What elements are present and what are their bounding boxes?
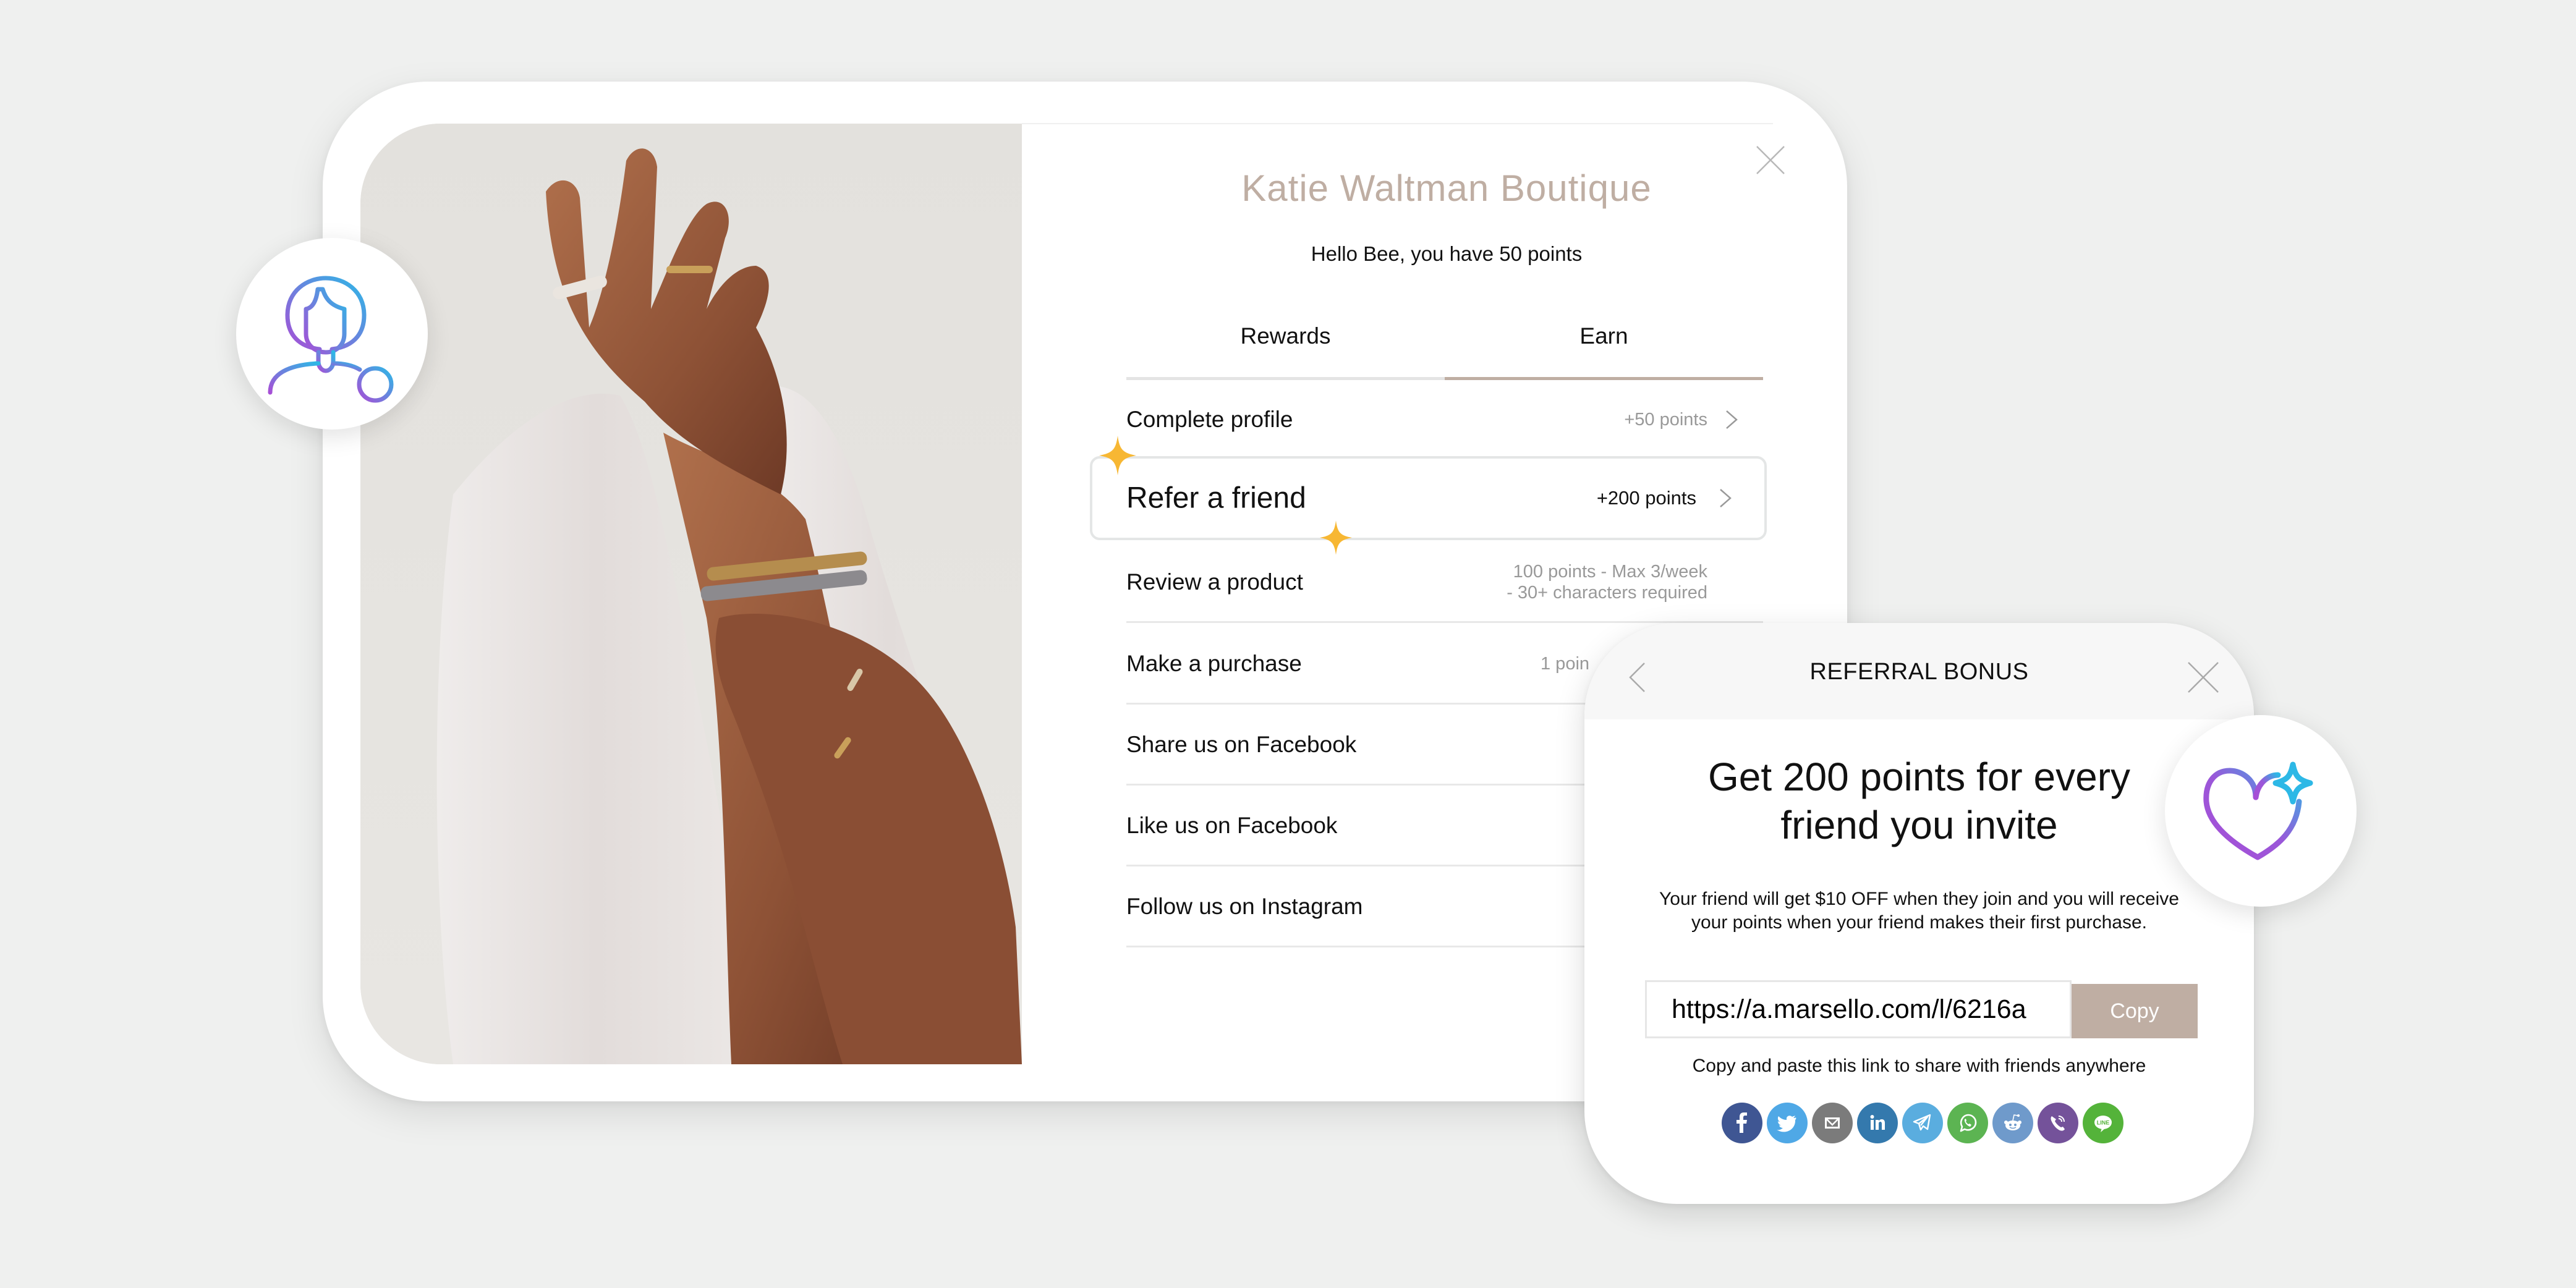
share-email-button[interactable] bbox=[1812, 1103, 1853, 1143]
earn-item-complete-profile[interactable]: Complete profile +50 points bbox=[1126, 380, 1763, 460]
earn-item-points: 100 points - Max 3/week - 30+ characters… bbox=[1507, 561, 1707, 603]
referral-link-row: Copy bbox=[1645, 980, 2199, 1038]
points-line-1: 100 points - Max 3/week bbox=[1513, 561, 1707, 582]
share-telegram-button[interactable] bbox=[1902, 1103, 1943, 1143]
loyalty-heart-badge bbox=[2165, 715, 2357, 907]
earn-item-label: Like us on Facebook bbox=[1126, 812, 1338, 838]
referral-description: Your friend will get $10 OFF when they j… bbox=[1659, 889, 2179, 933]
earn-item-review-product[interactable]: Review a product 100 points - Max 3/week… bbox=[1126, 543, 1763, 623]
line-logo-text: LINE bbox=[2097, 1120, 2110, 1126]
sparkle-icon bbox=[1099, 436, 1136, 475]
share-facebook-button[interactable] bbox=[1722, 1103, 1762, 1143]
earn-item-label: Share us on Facebook bbox=[1126, 731, 1357, 757]
whatsapp-icon bbox=[1960, 1114, 1977, 1132]
popup-title: REFERRAL BONUS bbox=[1809, 659, 2029, 685]
share-whatsapp-button[interactable] bbox=[1947, 1103, 1988, 1143]
earn-item-points: +50 points bbox=[1624, 409, 1707, 430]
share-hint: Copy and paste this link to share with f… bbox=[1692, 1056, 2146, 1076]
hero-photo bbox=[360, 124, 1022, 1064]
referral-link-input[interactable] bbox=[1645, 980, 2072, 1038]
email-icon bbox=[1825, 1117, 1840, 1129]
share-line-button[interactable]: LINE bbox=[2083, 1103, 2123, 1143]
telegram-icon bbox=[1913, 1114, 1931, 1131]
tab-rewards[interactable]: Rewards bbox=[1126, 318, 1445, 380]
hands-jewelry-image bbox=[360, 124, 1022, 1064]
facebook-icon bbox=[1736, 1112, 1747, 1133]
share-viber-button[interactable] bbox=[2038, 1103, 2078, 1143]
twitter-icon bbox=[1777, 1116, 1796, 1132]
earn-item-label: Follow us on Instagram bbox=[1126, 893, 1363, 919]
tab-earn[interactable]: Earn bbox=[1445, 318, 1763, 380]
copy-link-button[interactable]: Copy bbox=[2072, 984, 2198, 1038]
earn-item-points: 1 poin bbox=[1541, 653, 1590, 674]
headline-line-2: friend you invite bbox=[1780, 803, 2058, 847]
store-name: Katie Waltman Boutique bbox=[1241, 167, 1652, 209]
earn-item-label: Complete profile bbox=[1126, 406, 1293, 432]
points-line-2: - 30+ characters required bbox=[1507, 582, 1707, 603]
share-linkedin-button[interactable] bbox=[1857, 1103, 1898, 1143]
earn-item-label: Review a product bbox=[1126, 569, 1303, 595]
line-icon: LINE bbox=[2094, 1116, 2112, 1132]
earn-item-refer-a-friend[interactable]: Refer a friend +200 points bbox=[1090, 456, 1767, 540]
add-user-icon bbox=[268, 276, 394, 403]
header-divider bbox=[1022, 123, 1773, 124]
points-greeting: Hello Bee, you have 50 points bbox=[1311, 242, 1583, 265]
earn-item-points: +200 points bbox=[1596, 487, 1696, 509]
tab-rewards-label: Rewards bbox=[1240, 323, 1331, 349]
tab-bar: Rewards Earn bbox=[1126, 318, 1763, 380]
viber-icon bbox=[2051, 1116, 2065, 1131]
chevron-right-icon bbox=[1726, 410, 1738, 429]
referral-headline: Get 200 points for every friend you invi… bbox=[1622, 753, 2217, 849]
earn-item-label: Refer a friend bbox=[1126, 481, 1306, 515]
share-buttons: LINE bbox=[1722, 1103, 2123, 1143]
chevron-right-icon bbox=[1720, 489, 1732, 507]
linkedin-icon bbox=[1870, 1115, 1885, 1130]
close-icon[interactable] bbox=[2187, 661, 2219, 693]
add-user-badge bbox=[236, 238, 428, 430]
referral-bonus-popup: REFERRAL BONUS Get 200 points for every … bbox=[1584, 623, 2254, 1204]
reddit-icon bbox=[2004, 1114, 2021, 1130]
tab-earn-label: Earn bbox=[1579, 323, 1628, 349]
share-twitter-button[interactable] bbox=[1767, 1103, 1808, 1143]
headline-line-1: Get 200 points for every bbox=[1707, 755, 2131, 799]
heart-sparkle-icon bbox=[2203, 761, 2313, 860]
earn-item-label: Make a purchase bbox=[1126, 650, 1302, 676]
share-reddit-button[interactable] bbox=[1992, 1103, 2033, 1143]
